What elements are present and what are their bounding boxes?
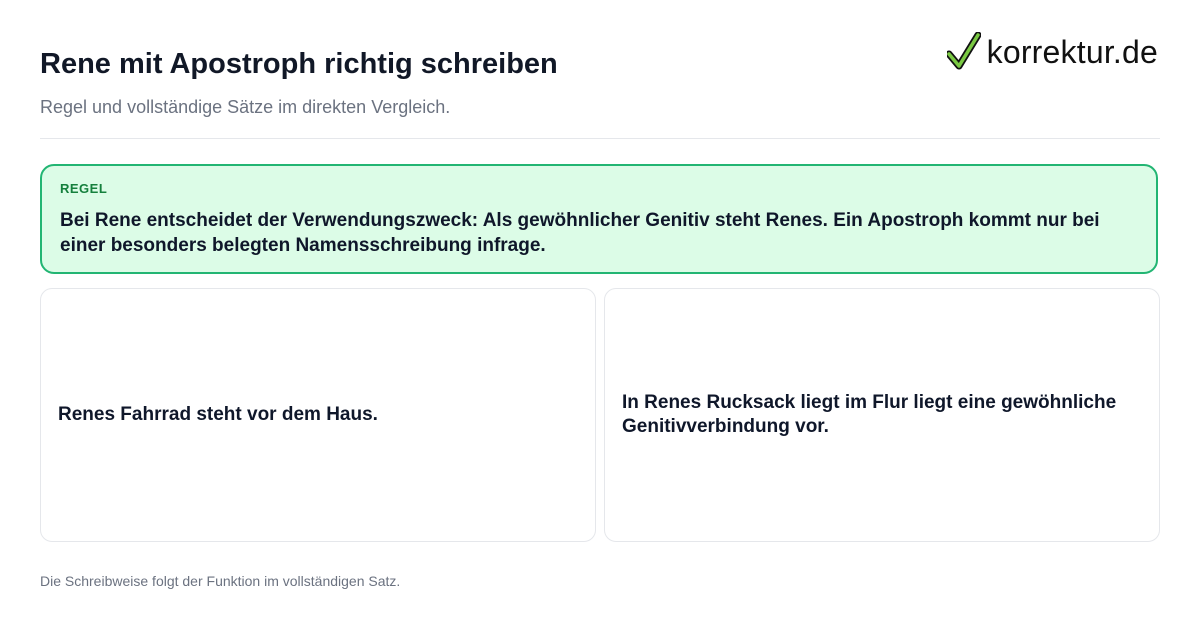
logo-text: korrektur.de (986, 34, 1158, 70)
page-subtitle: Regel und vollständige Sätze im direkten… (40, 97, 451, 117)
rule-text: Bei Rene entscheidet der Verwendungszwec… (60, 210, 1100, 256)
rule-box: REGEL Bei Rene entscheidet der Verwendun… (40, 164, 1158, 274)
example-card-2: In Renes Rucksack liegt im Flur liegt ei… (604, 288, 1160, 542)
footer-note: Die Schreibweise folgt der Funktion im v… (40, 573, 401, 589)
header: Rene mit Apostroph richtig schreiben Reg… (40, 46, 860, 118)
rule-label: REGEL (60, 181, 108, 196)
logo[interactable]: korrektur.de (946, 30, 1158, 74)
checkmark-icon (946, 32, 981, 70)
header-divider (40, 138, 1160, 139)
example-text: Renes Fahrrad steht vor dem Haus. (58, 404, 378, 425)
example-text: In Renes Rucksack liegt im Flur liegt ei… (622, 392, 1117, 437)
example-card-1: Renes Fahrrad steht vor dem Haus. (40, 288, 596, 542)
page-title: Rene mit Apostroph richtig schreiben (40, 48, 558, 80)
